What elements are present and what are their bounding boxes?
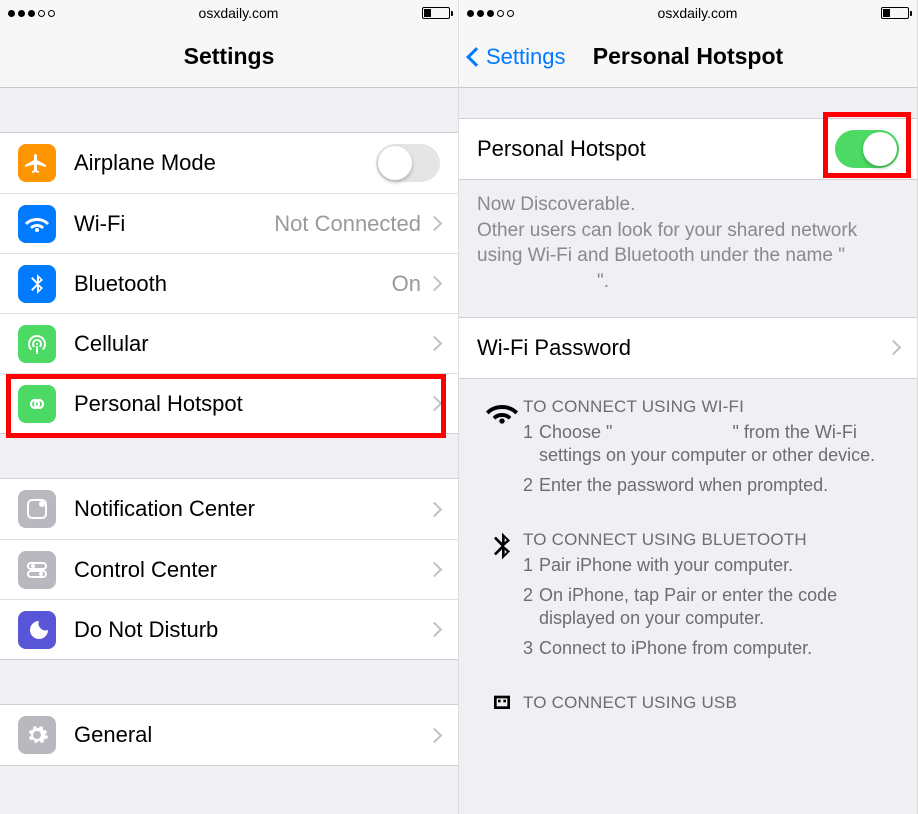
instructions-header: TO CONNECT USING WI-FI bbox=[523, 397, 897, 417]
hotspot-icon bbox=[18, 385, 56, 423]
wifi-icon bbox=[481, 397, 523, 504]
instructions-header: TO CONNECT USING BLUETOOTH bbox=[523, 530, 897, 550]
hotspot-toggle[interactable] bbox=[835, 130, 899, 168]
nav-bar: Settings bbox=[0, 26, 458, 88]
page-title: Settings bbox=[184, 43, 275, 70]
settings-group-network: Airplane Mode Wi-Fi Not Connected Blueto… bbox=[0, 132, 458, 434]
instructions-bluetooth: TO CONNECT USING BLUETOOTH Pair iPhone w… bbox=[459, 512, 917, 675]
redacted-name bbox=[612, 424, 732, 442]
battery-icon bbox=[881, 7, 909, 19]
status-bar: osxdaily.com bbox=[459, 0, 917, 26]
discoverable-line1: Now Discoverable. bbox=[477, 192, 899, 218]
bluetooth-icon bbox=[481, 530, 523, 667]
back-label: Settings bbox=[486, 44, 566, 70]
row-label: General bbox=[74, 722, 152, 748]
chevron-right-icon bbox=[427, 216, 443, 232]
chevron-right-icon bbox=[427, 727, 443, 743]
row-wifi-password[interactable]: Wi-Fi Password bbox=[459, 318, 917, 378]
chevron-right-icon bbox=[427, 276, 443, 292]
row-general[interactable]: General bbox=[0, 705, 458, 765]
signal-dots-icon bbox=[467, 10, 514, 17]
row-label: Wi-Fi Password bbox=[477, 335, 631, 361]
row-wifi[interactable]: Wi-Fi Not Connected bbox=[0, 193, 458, 253]
row-control-center[interactable]: Control Center bbox=[0, 539, 458, 599]
chevron-right-icon bbox=[427, 562, 443, 578]
instructions-usb: TO CONNECT USING USB bbox=[459, 675, 917, 725]
cellular-icon bbox=[18, 325, 56, 363]
airplane-toggle[interactable] bbox=[376, 144, 440, 182]
status-url: osxdaily.com bbox=[658, 5, 738, 21]
instruction-step: Enter the password when prompted. bbox=[523, 474, 897, 498]
row-label: Control Center bbox=[74, 557, 217, 583]
chevron-right-icon bbox=[427, 336, 443, 352]
nav-bar: Settings Personal Hotspot bbox=[459, 26, 917, 88]
row-label: Personal Hotspot bbox=[74, 391, 243, 417]
wifi-password-group: Wi-Fi Password bbox=[459, 317, 917, 379]
row-notification-center[interactable]: Notification Center bbox=[0, 479, 458, 539]
battery-icon bbox=[422, 7, 450, 19]
bluetooth-icon bbox=[18, 265, 56, 303]
row-personal-hotspot-toggle[interactable]: Personal Hotspot bbox=[459, 119, 917, 179]
status-url: osxdaily.com bbox=[199, 5, 279, 21]
row-cellular[interactable]: Cellular bbox=[0, 313, 458, 373]
instructions-header: TO CONNECT USING USB bbox=[523, 693, 737, 713]
row-label: Do Not Disturb bbox=[74, 617, 218, 643]
instructions-wifi: TO CONNECT USING WI-FI Choose "" from th… bbox=[459, 379, 917, 512]
airplane-icon bbox=[18, 144, 56, 182]
chevron-right-icon bbox=[886, 340, 902, 356]
back-button[interactable]: Settings bbox=[469, 26, 566, 87]
chevron-right-icon bbox=[427, 501, 443, 517]
wifi-icon bbox=[18, 205, 56, 243]
row-label: Wi-Fi bbox=[74, 211, 125, 237]
chevron-right-icon bbox=[427, 622, 443, 638]
row-label: Bluetooth bbox=[74, 271, 167, 297]
row-do-not-disturb[interactable]: Do Not Disturb bbox=[0, 599, 458, 659]
row-detail: Not Connected bbox=[274, 211, 421, 237]
discoverable-line2: Other users can look for your shared net… bbox=[477, 218, 899, 295]
settings-group-general: General bbox=[0, 704, 458, 766]
settings-screen: osxdaily.com Settings Airplane Mode Wi-F… bbox=[0, 0, 459, 814]
personal-hotspot-screen: osxdaily.com Settings Personal Hotspot P… bbox=[459, 0, 918, 814]
notification-center-icon bbox=[18, 490, 56, 528]
chevron-left-icon bbox=[466, 47, 486, 67]
control-center-icon bbox=[18, 551, 56, 589]
signal-dots-icon bbox=[8, 10, 55, 17]
gear-icon bbox=[18, 716, 56, 754]
row-airplane-mode[interactable]: Airplane Mode bbox=[0, 133, 458, 193]
instruction-step: Pair iPhone with your computer. bbox=[523, 554, 897, 578]
moon-icon bbox=[18, 611, 56, 649]
usb-icon bbox=[481, 693, 523, 725]
instruction-step: Connect to iPhone from computer. bbox=[523, 637, 897, 661]
row-detail: On bbox=[392, 271, 421, 297]
instruction-step: Choose "" from the Wi-Fi settings on you… bbox=[523, 421, 897, 469]
row-personal-hotspot[interactable]: Personal Hotspot bbox=[0, 373, 458, 433]
row-label: Notification Center bbox=[74, 496, 255, 522]
row-label: Personal Hotspot bbox=[477, 136, 646, 162]
page-title: Personal Hotspot bbox=[593, 43, 783, 70]
hotspot-toggle-group: Personal Hotspot bbox=[459, 118, 917, 180]
settings-group-system: Notification Center Control Center Do No… bbox=[0, 478, 458, 660]
row-label: Airplane Mode bbox=[74, 150, 216, 176]
row-label: Cellular bbox=[74, 331, 149, 357]
row-bluetooth[interactable]: Bluetooth On bbox=[0, 253, 458, 313]
redacted-name bbox=[477, 273, 597, 291]
status-bar: osxdaily.com bbox=[0, 0, 458, 26]
discoverable-text: Now Discoverable. Other users can look f… bbox=[459, 180, 917, 299]
chevron-right-icon bbox=[427, 396, 443, 412]
instruction-step: On iPhone, tap Pair or enter the code di… bbox=[523, 584, 897, 632]
